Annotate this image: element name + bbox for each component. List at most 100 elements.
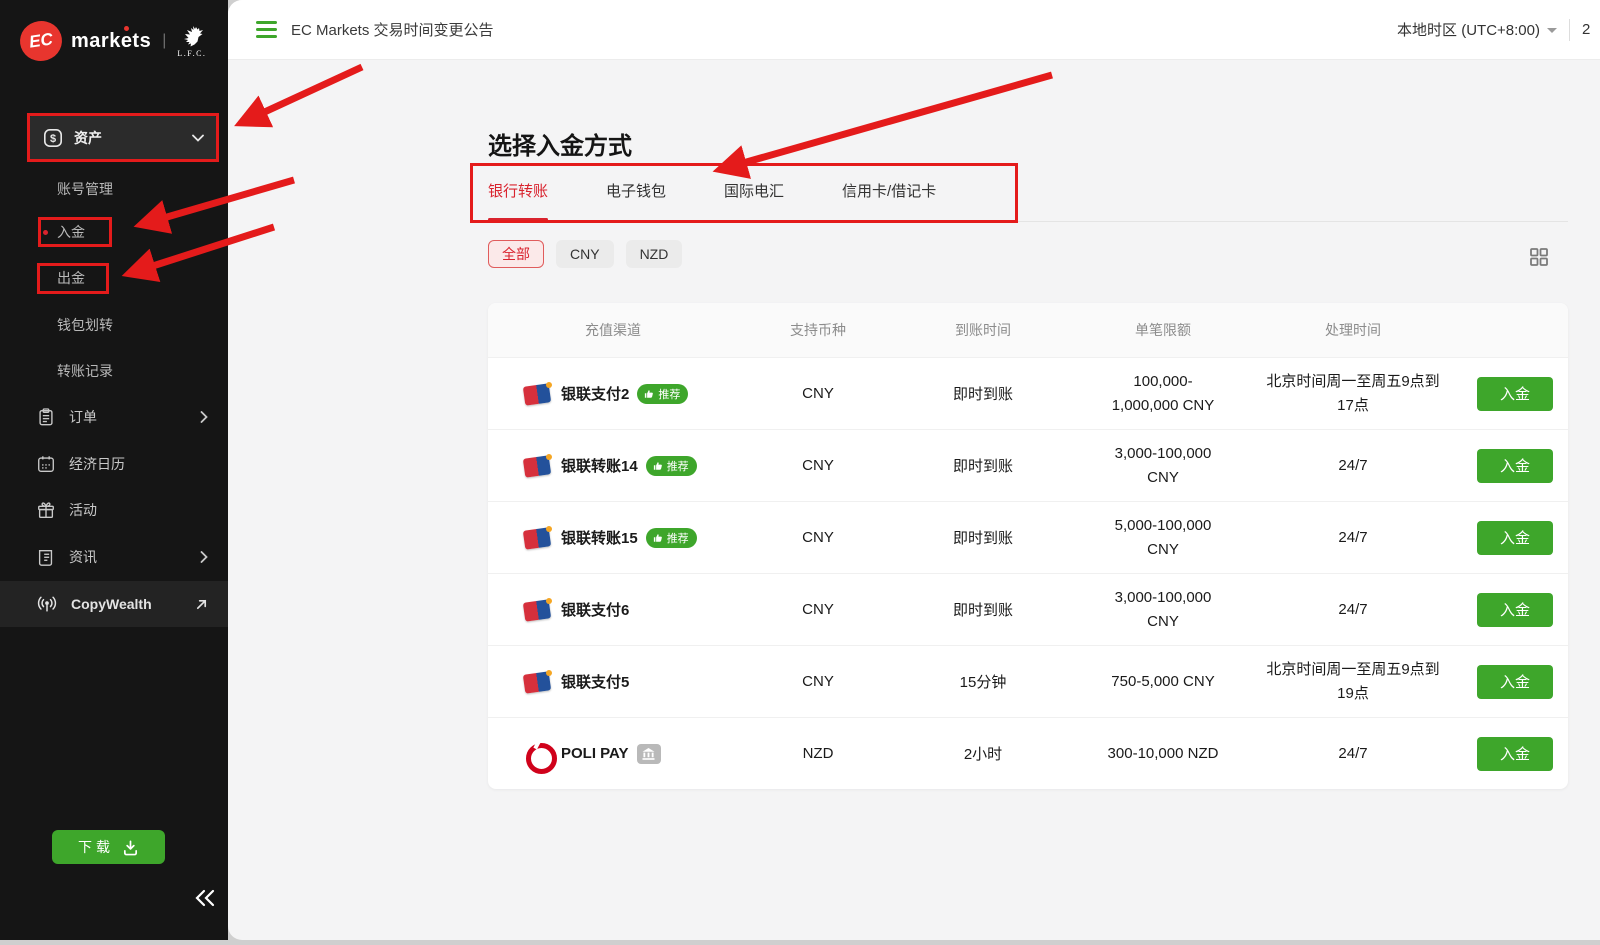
recommend-badge-label: 推荐 xyxy=(658,386,680,402)
deposit-button[interactable]: 入金 xyxy=(1477,521,1553,555)
app-window: EC markets | L.F.C. $ 资产 账号管理 入金 出金 钱包划转… xyxy=(0,0,1600,945)
active-dot xyxy=(43,230,48,235)
header-limit: 单笔限额 xyxy=(1068,320,1258,340)
limit-cell: 3,000-100,000 CNY xyxy=(1101,442,1225,489)
sidebar-item-account-management[interactable]: 账号管理 xyxy=(0,174,228,204)
arrival-cell: 15分钟 xyxy=(898,671,1068,692)
announcement-menu-icon[interactable] xyxy=(256,21,277,38)
deposit-method-tabs: 银行转账 电子钱包 国际电汇 信用卡/借记卡 xyxy=(488,164,1568,222)
recommend-badge-label: 推荐 xyxy=(667,458,689,474)
header-channel: 充值渠道 xyxy=(488,320,738,340)
sidebar-item-deposit[interactable]: 入金 xyxy=(0,217,228,247)
limit-cell: 100,000-1,000,000 CNY xyxy=(1101,370,1225,417)
processing-cell: 24/7 xyxy=(1338,454,1367,477)
external-link-icon xyxy=(195,598,208,611)
currency-cell: CNY xyxy=(738,673,898,690)
main-body: 选择入金方式 银行转账 电子钱包 国际电汇 信用卡/借记卡 全部 CNY NZD xyxy=(228,60,1600,940)
svg-text:$: $ xyxy=(50,133,56,145)
topbar: EC Markets 交易时间变更公告 本地时区 (UTC+8:00) 2 xyxy=(228,0,1600,60)
processing-cell: 24/7 xyxy=(1338,598,1367,621)
sidebar-item-label: 入金 xyxy=(57,222,85,242)
sidebar-item-orders[interactable]: 订单 xyxy=(0,397,228,437)
currency-cell: NZD xyxy=(738,745,898,762)
assets-money-icon: $ xyxy=(42,127,64,149)
sidebar-item-wallet-transfer[interactable]: 钱包划转 xyxy=(0,310,228,340)
sidebar-item-label: 账号管理 xyxy=(57,179,113,199)
sidebar-item-transfer-records[interactable]: 转账记录 xyxy=(0,356,228,386)
sidebar-item-assets[interactable]: $ 资产 xyxy=(28,114,218,162)
recommend-badge-label: 推荐 xyxy=(667,530,689,546)
deposit-button[interactable]: 入金 xyxy=(1477,449,1553,483)
arrival-cell: 即时到账 xyxy=(898,455,1068,476)
tab-ewallet[interactable]: 电子钱包 xyxy=(606,164,666,221)
table-header-row: 充值渠道 支持币种 到账时间 单笔限额 处理时间 xyxy=(488,303,1568,357)
processing-cell: 北京时间周一至周五9点到19点 xyxy=(1260,658,1446,705)
channel-name: 银联支付2 xyxy=(561,383,629,404)
lfc-label: L.F.C. xyxy=(177,49,206,58)
currency-filters: 全部 CNY NZD xyxy=(488,240,682,268)
currency-cell: CNY xyxy=(738,457,898,474)
payment-logo xyxy=(523,598,553,622)
table-row: 银联转账15 推荐 CNY 即时到账 5,000-100,000 CNY 24/… xyxy=(488,501,1568,573)
payment-logo xyxy=(523,454,553,478)
timezone-selector[interactable]: 本地时区 (UTC+8:00) xyxy=(1397,19,1557,40)
download-icon xyxy=(122,839,139,856)
download-button[interactable]: 下载 xyxy=(52,830,165,864)
download-label: 下载 xyxy=(78,837,114,857)
recommend-badge: 推荐 xyxy=(646,456,697,476)
tab-bank-transfer[interactable]: 银行转账 xyxy=(488,164,548,221)
chevron-right-icon xyxy=(200,551,208,563)
announcement-link[interactable]: EC Markets 交易时间变更公告 xyxy=(291,19,494,40)
currency-cell: CNY xyxy=(738,385,898,402)
broadcast-icon xyxy=(36,594,58,614)
grid-view-icon[interactable] xyxy=(1528,246,1552,270)
deposit-button[interactable]: 入金 xyxy=(1477,377,1553,411)
recommend-badge: 推荐 xyxy=(637,384,688,404)
sidebar-item-label: 资产 xyxy=(74,128,182,148)
logo-divider: | xyxy=(162,32,166,50)
deposit-button[interactable]: 入金 xyxy=(1477,593,1553,627)
sidebar-collapse-button[interactable] xyxy=(190,884,220,912)
sidebar-item-label: 转账记录 xyxy=(57,361,113,381)
filter-cny[interactable]: CNY xyxy=(556,240,614,268)
sidebar-item-label: CopyWealth xyxy=(71,596,182,612)
currency-cell: CNY xyxy=(738,529,898,546)
brand-logo: EC markets | L.F.C. xyxy=(20,12,210,70)
processing-cell: 24/7 xyxy=(1338,742,1367,765)
arrival-cell: 即时到账 xyxy=(898,527,1068,548)
channel-name: 银联转账15 xyxy=(561,527,638,548)
limit-cell: 5,000-100,000 CNY xyxy=(1101,514,1225,561)
table-row: POLI PAY NZD 2小时 300-10,000 NZD 24/7 入金 xyxy=(488,717,1568,789)
tab-credit-debit-card[interactable]: 信用卡/借记卡 xyxy=(842,164,936,221)
header-currency: 支持币种 xyxy=(738,320,898,340)
currency-cell: CNY xyxy=(738,601,898,618)
table-row: 银联转账14 推荐 CNY 即时到账 3,000-100,000 CNY 24/… xyxy=(488,429,1568,501)
sidebar-item-withdraw[interactable]: 出金 xyxy=(0,263,228,293)
payment-logo xyxy=(523,742,553,766)
payment-logo xyxy=(523,526,553,550)
filter-all[interactable]: 全部 xyxy=(488,240,544,268)
news-icon xyxy=(36,547,56,567)
filter-nzd[interactable]: NZD xyxy=(626,240,683,268)
tab-international-wire[interactable]: 国际电汇 xyxy=(724,164,784,221)
limit-cell: 750-5,000 CNY xyxy=(1111,670,1214,693)
limit-cell: 3,000-100,000 CNY xyxy=(1101,586,1225,633)
sidebar-item-news[interactable]: 资讯 xyxy=(0,537,228,577)
recommend-badge: 推荐 xyxy=(646,528,697,548)
limit-cell: 300-10,000 NZD xyxy=(1108,742,1219,765)
sidebar-item-copywealth[interactable]: CopyWealth xyxy=(0,581,228,627)
page-title: 选择入金方式 xyxy=(488,126,632,161)
lfc-liverbird-logo: L.F.C. xyxy=(177,24,206,58)
gift-icon xyxy=(36,500,56,520)
deposit-button[interactable]: 入金 xyxy=(1477,737,1553,771)
channel-name: 银联转账14 xyxy=(561,455,638,476)
sidebar-item-activities[interactable]: 活动 xyxy=(0,490,228,530)
ec-markets-logo-icon: EC xyxy=(17,18,64,63)
sidebar-item-economic-calendar[interactable]: 经济日历 xyxy=(0,444,228,484)
collapse-chevrons-icon xyxy=(194,889,216,907)
processing-cell: 24/7 xyxy=(1338,526,1367,549)
clipboard-icon xyxy=(36,407,56,427)
deposit-button[interactable]: 入金 xyxy=(1477,665,1553,699)
table-row: 银联支付5 CNY 15分钟 750-5,000 CNY 北京时间周一至周五9点… xyxy=(488,645,1568,717)
payment-logo xyxy=(523,670,553,694)
